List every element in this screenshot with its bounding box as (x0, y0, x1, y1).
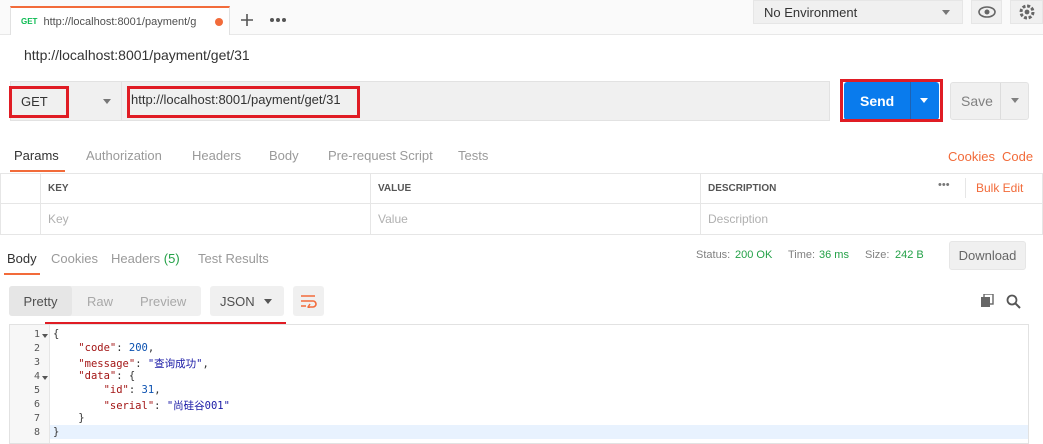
line-number: 2 (33, 343, 40, 354)
wrap-icon (300, 295, 317, 308)
format-label: JSON (220, 293, 255, 309)
environment-label: No Environment (764, 4, 858, 20)
headers-count: (5) (163, 251, 180, 266)
code-line: "id": 31, (103, 384, 161, 396)
response-tab-headers[interactable]: Headers (5) (111, 251, 180, 266)
more-icon (270, 18, 286, 22)
code-link[interactable]: Code (1002, 149, 1033, 164)
search-icon (1006, 294, 1021, 309)
tab-body[interactable]: Body (269, 148, 299, 163)
line-number: 8 (33, 427, 40, 438)
tab-pre-request-script[interactable]: Pre-request Script (328, 148, 433, 163)
chevron-down-icon (264, 299, 272, 304)
chevron-down-icon (1011, 98, 1019, 103)
value-input[interactable]: Value (370, 203, 701, 235)
tab-authorization[interactable]: Authorization (86, 148, 162, 163)
view-mode-toggle: Pretty Raw Preview (9, 286, 201, 316)
key-input[interactable]: Key (40, 203, 371, 235)
search-button[interactable] (1003, 291, 1023, 311)
line-number: 4 (33, 371, 40, 382)
raw-button[interactable]: Raw (87, 294, 113, 309)
cookies-link[interactable]: Cookies (948, 149, 995, 164)
preview-button[interactable]: Preview (140, 294, 186, 309)
divider (965, 178, 966, 198)
column-header-key: KEY (40, 173, 371, 204)
status-label: Status: (696, 249, 731, 261)
unsaved-dot-icon (215, 18, 223, 26)
highlight-send (840, 79, 943, 122)
save-button[interactable]: Save (950, 82, 1029, 120)
wrap-lines-button[interactable] (293, 286, 324, 316)
eye-icon (977, 6, 996, 18)
gear-icon (1019, 4, 1034, 20)
line-number: 1 (33, 329, 40, 340)
fold-arrow-icon[interactable] (42, 376, 48, 380)
highlight-method (9, 86, 69, 118)
code-line: } (53, 412, 85, 424)
environment-quick-look-button[interactable] (971, 0, 1002, 24)
code-line: "code": 200, (78, 342, 155, 354)
time-label: Time: (788, 249, 816, 261)
tab-options-button[interactable] (263, 6, 293, 34)
download-button[interactable]: Download (949, 241, 1026, 270)
response-tab-body[interactable]: Body (7, 251, 37, 266)
request-tab[interactable]: GET http://localhost:8001/payment/g (10, 6, 230, 35)
plus-icon (241, 14, 253, 26)
response-body-editor[interactable]: 1 2 3 4 5 6 7 8 { "code": 200, "message"… (9, 324, 1029, 444)
line-number: 7 (33, 413, 40, 424)
bulk-edit-link[interactable]: Bulk Edit (976, 181, 1023, 195)
response-tab-test-results[interactable]: Test Results (198, 251, 269, 266)
save-divider (1000, 83, 1001, 119)
time-value: 36 ms (819, 249, 849, 261)
request-name: http://localhost:8001/payment/get/31 (24, 47, 250, 63)
tab-params[interactable]: Params (14, 148, 59, 163)
description-input[interactable]: Description (700, 203, 1043, 235)
save-label: Save (961, 93, 993, 109)
tab-tests[interactable]: Tests (458, 148, 488, 163)
chevron-down-icon (942, 10, 950, 15)
status-value: 200 OK (735, 249, 773, 261)
code-line: "serial": "尚硅谷001" (103, 400, 230, 412)
tab-method-label: GET (21, 17, 38, 26)
code-line: "data": { (78, 370, 136, 382)
copy-button[interactable] (977, 291, 997, 311)
row-checkbox-cell (0, 203, 41, 235)
active-line-highlight (50, 425, 1028, 439)
response-tab-cookies[interactable]: Cookies (51, 251, 98, 266)
line-number: 6 (33, 399, 40, 410)
highlight-url (127, 86, 360, 118)
tab-headers[interactable]: Headers (192, 148, 241, 163)
environment-select[interactable]: No Environment (753, 0, 963, 24)
code-line: "message": "查询成功", (78, 358, 209, 370)
code-line: } (53, 426, 60, 438)
format-select[interactable]: JSON (210, 286, 284, 316)
line-number: 3 (33, 357, 40, 368)
active-tab-underline (10, 170, 65, 172)
new-tab-button[interactable] (234, 6, 260, 34)
line-number: 5 (33, 385, 40, 396)
table-corner (0, 173, 41, 204)
size-label: Size: (865, 249, 890, 261)
headers-label: Headers (111, 251, 161, 266)
pretty-button[interactable]: Pretty (9, 286, 72, 316)
column-header-value: VALUE (370, 173, 701, 204)
size-value: 242 B (895, 249, 924, 261)
code-line: { (53, 328, 60, 340)
response-active-underline (4, 273, 40, 275)
settings-button[interactable] (1010, 0, 1043, 24)
fold-arrow-icon[interactable] (42, 334, 48, 338)
tab-title: http://localhost:8001/payment/g (43, 15, 197, 28)
chevron-down-icon (103, 99, 111, 104)
table-options-button[interactable]: ••• (938, 179, 950, 191)
copy-icon (981, 294, 994, 307)
